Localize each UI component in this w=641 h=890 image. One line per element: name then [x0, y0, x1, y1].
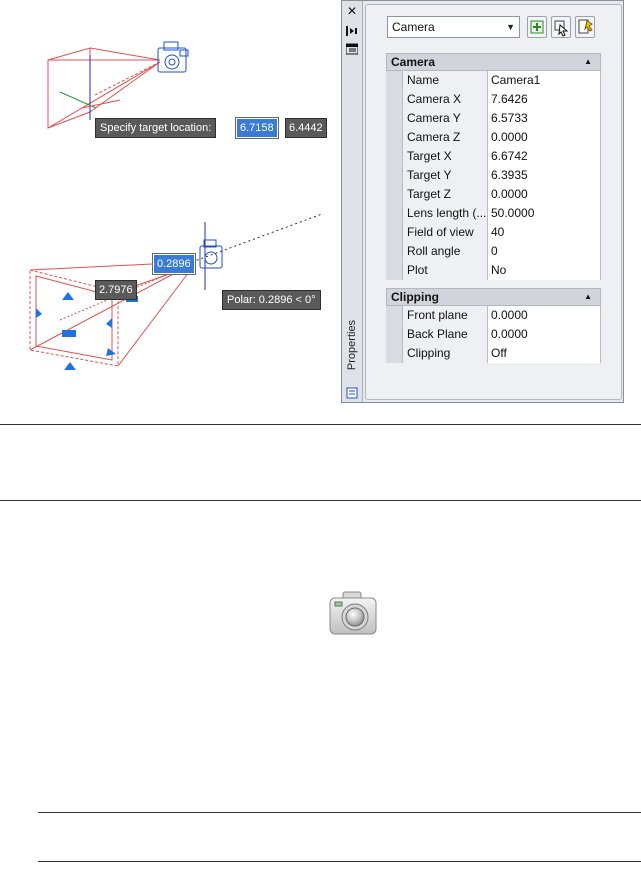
collapse-up-icon[interactable]: ▲	[584, 54, 592, 70]
property-value[interactable]: Camera1	[488, 71, 601, 90]
row-gutter	[386, 344, 402, 363]
property-row[interactable]: Camera Z 0.0000	[386, 128, 601, 147]
property-row[interactable]: Target Y 6.3935	[386, 166, 601, 185]
property-value[interactable]: 40	[488, 223, 601, 242]
property-value[interactable]: No	[488, 261, 601, 280]
toggle-pickadd-button[interactable]	[527, 16, 547, 38]
category-label: Camera	[391, 55, 436, 69]
drawing-area: Specify target location: 6.7158 6.4442 0…	[0, 0, 330, 408]
row-gutter	[386, 166, 402, 185]
row-gutter	[386, 185, 402, 204]
property-name: Clipping	[402, 344, 488, 363]
palette-title-strip: ✕ Properties	[342, 1, 363, 402]
property-name: Roll angle	[402, 242, 488, 261]
property-row[interactable]: Camera Y 6.5733	[386, 109, 601, 128]
palette-properties-icon[interactable]	[346, 387, 358, 399]
property-row[interactable]: Target X 6.6742	[386, 147, 601, 166]
property-row[interactable]: Plot No	[386, 261, 601, 280]
property-row[interactable]: Camera X 7.6426	[386, 90, 601, 109]
divider	[38, 812, 641, 813]
property-name: Name	[402, 71, 488, 90]
row-gutter	[386, 204, 402, 223]
object-type-value: Camera	[392, 20, 435, 34]
property-name: Plot	[402, 261, 488, 280]
properties-palette: ✕ Properties Camera ▼ Camera ▲ Name Came…	[341, 0, 624, 403]
pickadd-icon	[530, 20, 544, 34]
row-gutter	[386, 242, 402, 261]
target-x-input[interactable]: 6.7158	[235, 117, 279, 139]
polar-tooltip: Polar: 0.2896 < 0°	[222, 290, 321, 310]
property-row[interactable]: Name Camera1	[386, 71, 601, 90]
autohide-icon[interactable]	[346, 25, 358, 37]
row-gutter	[386, 90, 402, 109]
divider	[38, 861, 641, 862]
property-row[interactable]: Clipping Off	[386, 344, 601, 363]
row-gutter	[386, 109, 402, 128]
row-gutter	[386, 128, 402, 147]
length-input[interactable]: 2.7976	[95, 280, 137, 300]
property-value[interactable]: 0.0000	[488, 306, 601, 325]
target-location-prompt: Specify target location:	[95, 118, 217, 138]
property-row[interactable]: Back Plane 0.0000	[386, 325, 601, 344]
property-row[interactable]: Lens length (... 50.0000	[386, 204, 601, 223]
select-cursor-icon	[554, 20, 569, 37]
quick-select-button[interactable]	[575, 16, 595, 38]
clipping-property-list: Front plane 0.0000 Back Plane 0.0000 Clipp…	[386, 306, 601, 363]
close-icon[interactable]: ✕	[346, 5, 358, 17]
divider	[0, 500, 641, 501]
select-objects-button[interactable]	[551, 16, 571, 38]
property-name: Lens length (...	[402, 204, 488, 223]
palette-body: Camera ▼ Camera ▲ Name Camera1 Camera X 7.…	[365, 4, 622, 400]
collapse-up-icon[interactable]: ▲	[584, 289, 592, 305]
property-name: Field of view	[402, 223, 488, 242]
target-y-input[interactable]: 6.4442	[285, 118, 327, 138]
property-name: Target Z	[402, 185, 488, 204]
camera-property-list: Name Camera1 Camera X 7.6426 Camera Y 6.573…	[386, 71, 601, 280]
object-type-dropdown[interactable]: Camera ▼	[387, 16, 520, 38]
property-value[interactable]: 50.0000	[488, 204, 601, 223]
property-row[interactable]: Target Z 0.0000	[386, 185, 601, 204]
palette-menu-icon[interactable]	[345, 43, 359, 55]
distance-input[interactable]: 0.2896	[152, 253, 196, 275]
property-row[interactable]: Field of view 40	[386, 223, 601, 242]
property-value[interactable]: 6.6742	[488, 147, 601, 166]
property-name: Front plane	[402, 306, 488, 325]
row-gutter	[386, 147, 402, 166]
property-value[interactable]: 0.0000	[488, 128, 601, 147]
property-name: Camera Y	[402, 109, 488, 128]
property-name: Target X	[402, 147, 488, 166]
category-clipping[interactable]: Clipping ▲	[386, 288, 601, 306]
camera-icon	[327, 590, 379, 638]
row-gutter	[386, 325, 402, 344]
property-name: Target Y	[402, 166, 488, 185]
property-value[interactable]: 7.6426	[488, 90, 601, 109]
property-value[interactable]: 0.0000	[488, 325, 601, 344]
quick-select-icon	[578, 19, 593, 34]
property-value[interactable]: 6.5733	[488, 109, 601, 128]
property-name: Camera X	[402, 90, 488, 109]
camera-glyph-drawing	[29, 41, 323, 370]
divider	[0, 424, 641, 425]
property-value[interactable]: Off	[488, 344, 601, 363]
row-gutter	[386, 71, 402, 90]
property-value[interactable]: 0	[488, 242, 601, 261]
palette-title: Properties	[346, 319, 358, 371]
property-value[interactable]: 0.0000	[488, 185, 601, 204]
category-label: Clipping	[391, 290, 439, 304]
chevron-down-icon: ▼	[506, 22, 515, 32]
row-gutter	[386, 223, 402, 242]
property-row[interactable]: Roll angle 0	[386, 242, 601, 261]
property-row[interactable]: Front plane 0.0000	[386, 306, 601, 325]
row-gutter	[386, 306, 402, 325]
property-name: Camera Z	[402, 128, 488, 147]
property-name: Back Plane	[402, 325, 488, 344]
property-value[interactable]: 6.3935	[488, 166, 601, 185]
category-camera[interactable]: Camera ▲	[386, 53, 601, 71]
row-gutter	[386, 261, 402, 280]
